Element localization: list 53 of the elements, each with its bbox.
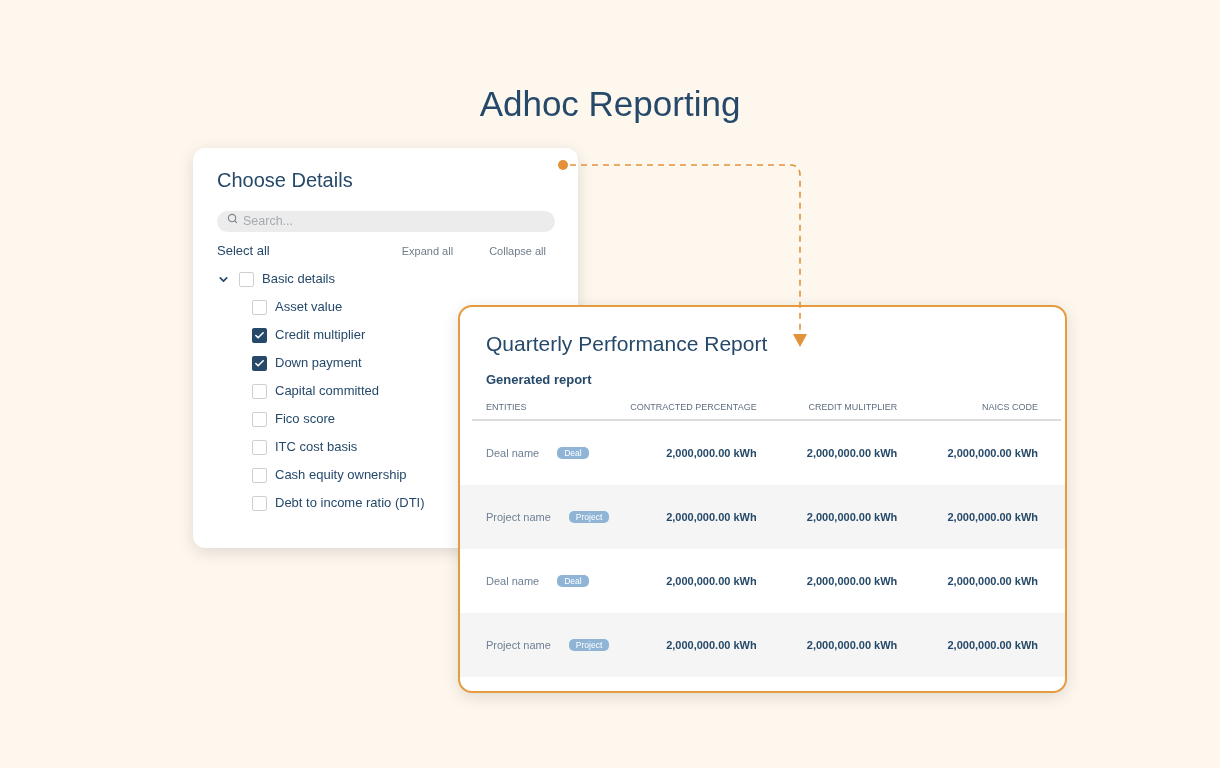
table-cell-text: 2,000,000.00 kWh <box>806 573 898 589</box>
entity-tag: Project <box>568 639 610 651</box>
entity-name: Project name <box>486 637 551 653</box>
tree-item-label: Credit multiplier <box>275 326 366 345</box>
report-subtitle: Generated report <box>485 371 593 389</box>
check-icon <box>254 357 265 369</box>
checkbox[interactable] <box>252 327 267 343</box>
entity-name: Deal name <box>486 573 540 589</box>
tree-item-label: Capital committed <box>275 382 380 401</box>
tree-item-label: ITC cost basis <box>275 438 358 457</box>
checkbox[interactable] <box>252 299 267 315</box>
tree-item-label: Debt to income ratio (DTI) <box>275 494 425 513</box>
entity-name: Project name <box>486 509 551 525</box>
table-cell-text: 2,000,000.00 kWh <box>806 637 898 653</box>
collapse-all-link[interactable]: Collapse all <box>489 242 546 260</box>
column-header: CREDIT MULITPLIER <box>808 401 898 413</box>
table-cell-text: 2,000,000.00 kWh <box>666 573 757 589</box>
table-cell-text: 2,000,000.00 kWh <box>947 573 1038 589</box>
checkbox[interactable] <box>252 383 267 399</box>
table-cell-text: 2,000,000.00 kWh <box>806 445 898 461</box>
expand-all-link[interactable]: Expand all <box>401 242 454 260</box>
search-icon <box>227 213 238 224</box>
column-header: CONTRACTED PERCENTAGE <box>630 401 757 413</box>
tree-item-label: Down payment <box>275 354 362 373</box>
tree-item-label: Asset value <box>275 298 343 317</box>
entity-tag: Project <box>568 511 610 523</box>
page-title: Adhoc Reporting <box>479 83 741 125</box>
table-cell-text: 2,000,000.00 kWh <box>947 445 1038 461</box>
check-icon <box>254 329 265 341</box>
tree-item-label: Fico score <box>275 410 335 429</box>
tree-item-label: Cash equity ownership <box>275 466 407 485</box>
checkbox[interactable] <box>239 271 254 287</box>
checkbox[interactable] <box>252 355 267 371</box>
checkbox[interactable] <box>252 495 267 511</box>
table-cell-text: 2,000,000.00 kWh <box>666 637 757 653</box>
checkbox[interactable] <box>252 439 267 455</box>
panel-title: Choose Details <box>217 168 354 192</box>
tree-item-label: Basic details <box>262 270 335 289</box>
search-field[interactable]: Search... <box>217 210 555 232</box>
checkbox[interactable] <box>252 467 267 483</box>
column-header: NAICS CODE <box>982 401 1038 413</box>
table-cell-text: 2,000,000.00 kWh <box>666 509 757 525</box>
entity-name: Deal name <box>486 445 540 461</box>
report-title: Quarterly Performance Report <box>485 331 769 357</box>
column-header: ENTITIES <box>486 401 528 413</box>
table-cell-text: 2,000,000.00 kWh <box>947 637 1038 653</box>
select-all-link[interactable]: Select all <box>217 241 270 261</box>
table-cell-text: 2,000,000.00 kWh <box>806 509 898 525</box>
checkbox[interactable] <box>252 411 267 427</box>
entity-tag: Deal <box>557 447 589 459</box>
entity-tag: Deal <box>557 575 589 587</box>
table-cell-text: 2,000,000.00 kWh <box>947 509 1038 525</box>
table-cell-text: 2,000,000.00 kWh <box>666 445 757 461</box>
